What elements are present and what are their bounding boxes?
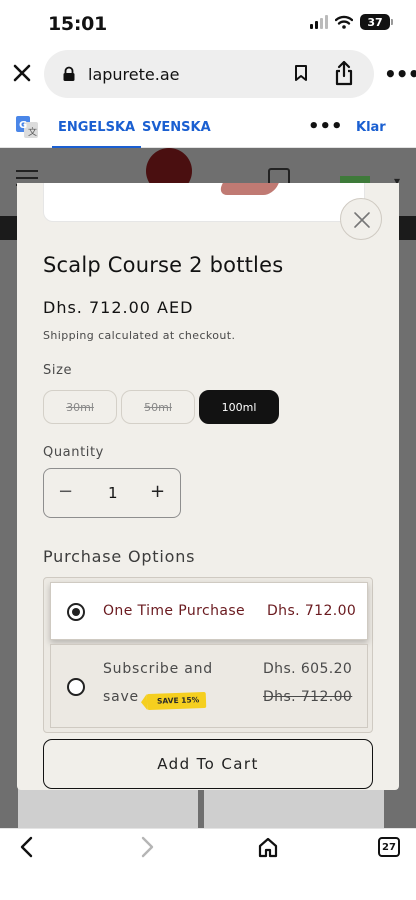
one-time-purchase-radio[interactable] [67, 603, 85, 621]
status-time: 15:01 [48, 13, 107, 35]
one-time-purchase-label: One Time Purchase [103, 603, 246, 619]
subscribe-radio[interactable] [67, 678, 85, 696]
subscribe-option[interactable]: Subscribe and save SAVE 15% Dhs. 605.20 … [50, 644, 368, 728]
translate-done-button[interactable]: Klar [356, 120, 386, 135]
translate-bar: G 文 ENGELSKA SVENSKA ••• Klar [0, 106, 416, 149]
tab-count: 27 [382, 841, 396, 853]
quantity-value[interactable]: 1 [108, 484, 118, 502]
one-time-purchase-price: Dhs. 712.00 [267, 603, 357, 619]
cellular-signal-icon [310, 15, 328, 29]
wifi-icon [335, 15, 353, 29]
forward-icon[interactable] [136, 835, 158, 859]
tab-source-language[interactable]: ENGELSKA [52, 120, 142, 149]
status-icons: 37 [310, 14, 393, 30]
purchase-options-group: One Time Purchase Dhs. 712.00 Subscribe … [43, 577, 373, 733]
subscribe-label-line1: Subscribe and [103, 661, 213, 677]
size-option-label: 30ml [66, 400, 94, 414]
battery-level: 37 [367, 15, 383, 29]
close-icon [354, 212, 370, 228]
quantity-label: Quantity [43, 445, 104, 460]
one-time-purchase-option[interactable]: One Time Purchase Dhs. 712.00 [50, 582, 368, 640]
subscribe-label-line2: save [103, 689, 139, 705]
close-icon[interactable] [10, 61, 34, 85]
size-option-30ml[interactable]: 30ml [43, 390, 117, 424]
subscribe-old-price: Dhs. 712.00 [263, 689, 353, 705]
status-bar: 15:01 37 [0, 0, 416, 48]
browser-bottom-bar: 27 [0, 828, 416, 900]
quantity-increase-button[interactable]: + [150, 481, 165, 502]
share-icon[interactable] [334, 60, 354, 86]
svg-text:G: G [19, 120, 27, 131]
size-option-100ml[interactable]: 100ml [199, 390, 279, 424]
product-thumbnail [204, 788, 384, 828]
shipping-note: Shipping calculated at checkout. [43, 329, 236, 342]
product-title: Scalp Course 2 bottles [43, 253, 284, 277]
modal-close-button[interactable] [340, 198, 382, 240]
more-icon[interactable]: ••• [384, 62, 416, 86]
purchase-options-label: Purchase Options [43, 547, 196, 566]
home-icon[interactable] [257, 835, 279, 859]
back-icon[interactable] [16, 835, 38, 859]
lock-icon [63, 66, 75, 81]
size-option-label: 100ml [221, 400, 257, 414]
quantity-stepper: − 1 + [43, 468, 181, 518]
tab-target-language[interactable]: SVENSKA [142, 120, 211, 135]
tabs-icon[interactable]: 27 [378, 837, 400, 857]
subscribe-price: Dhs. 605.20 [263, 661, 353, 677]
product-image [43, 183, 365, 222]
quantity-decrease-button[interactable]: − [58, 481, 73, 502]
browser-toolbar: lapurete.ae ••• [0, 48, 416, 106]
product-thumbnail [18, 788, 198, 828]
size-option-label: 50ml [144, 400, 172, 414]
add-to-cart-button[interactable]: Add To Cart [43, 739, 373, 789]
save-badge: SAVE 15% [146, 691, 207, 711]
battery-icon: 37 [360, 14, 393, 30]
quick-add-modal: Scalp Course 2 bottles Dhs. 712.00 AED S… [17, 183, 399, 790]
address-bar[interactable]: lapurete.ae [44, 50, 374, 98]
bookmark-icon[interactable] [294, 64, 308, 82]
translate-more-icon[interactable]: ••• [308, 116, 343, 137]
url-text: lapurete.ae [88, 64, 180, 84]
size-option-50ml[interactable]: 50ml [121, 390, 195, 424]
svg-text:文: 文 [28, 126, 37, 138]
size-label: Size [43, 363, 73, 378]
google-translate-icon: G 文 [16, 116, 38, 138]
product-price: Dhs. 712.00 AED [43, 298, 194, 317]
